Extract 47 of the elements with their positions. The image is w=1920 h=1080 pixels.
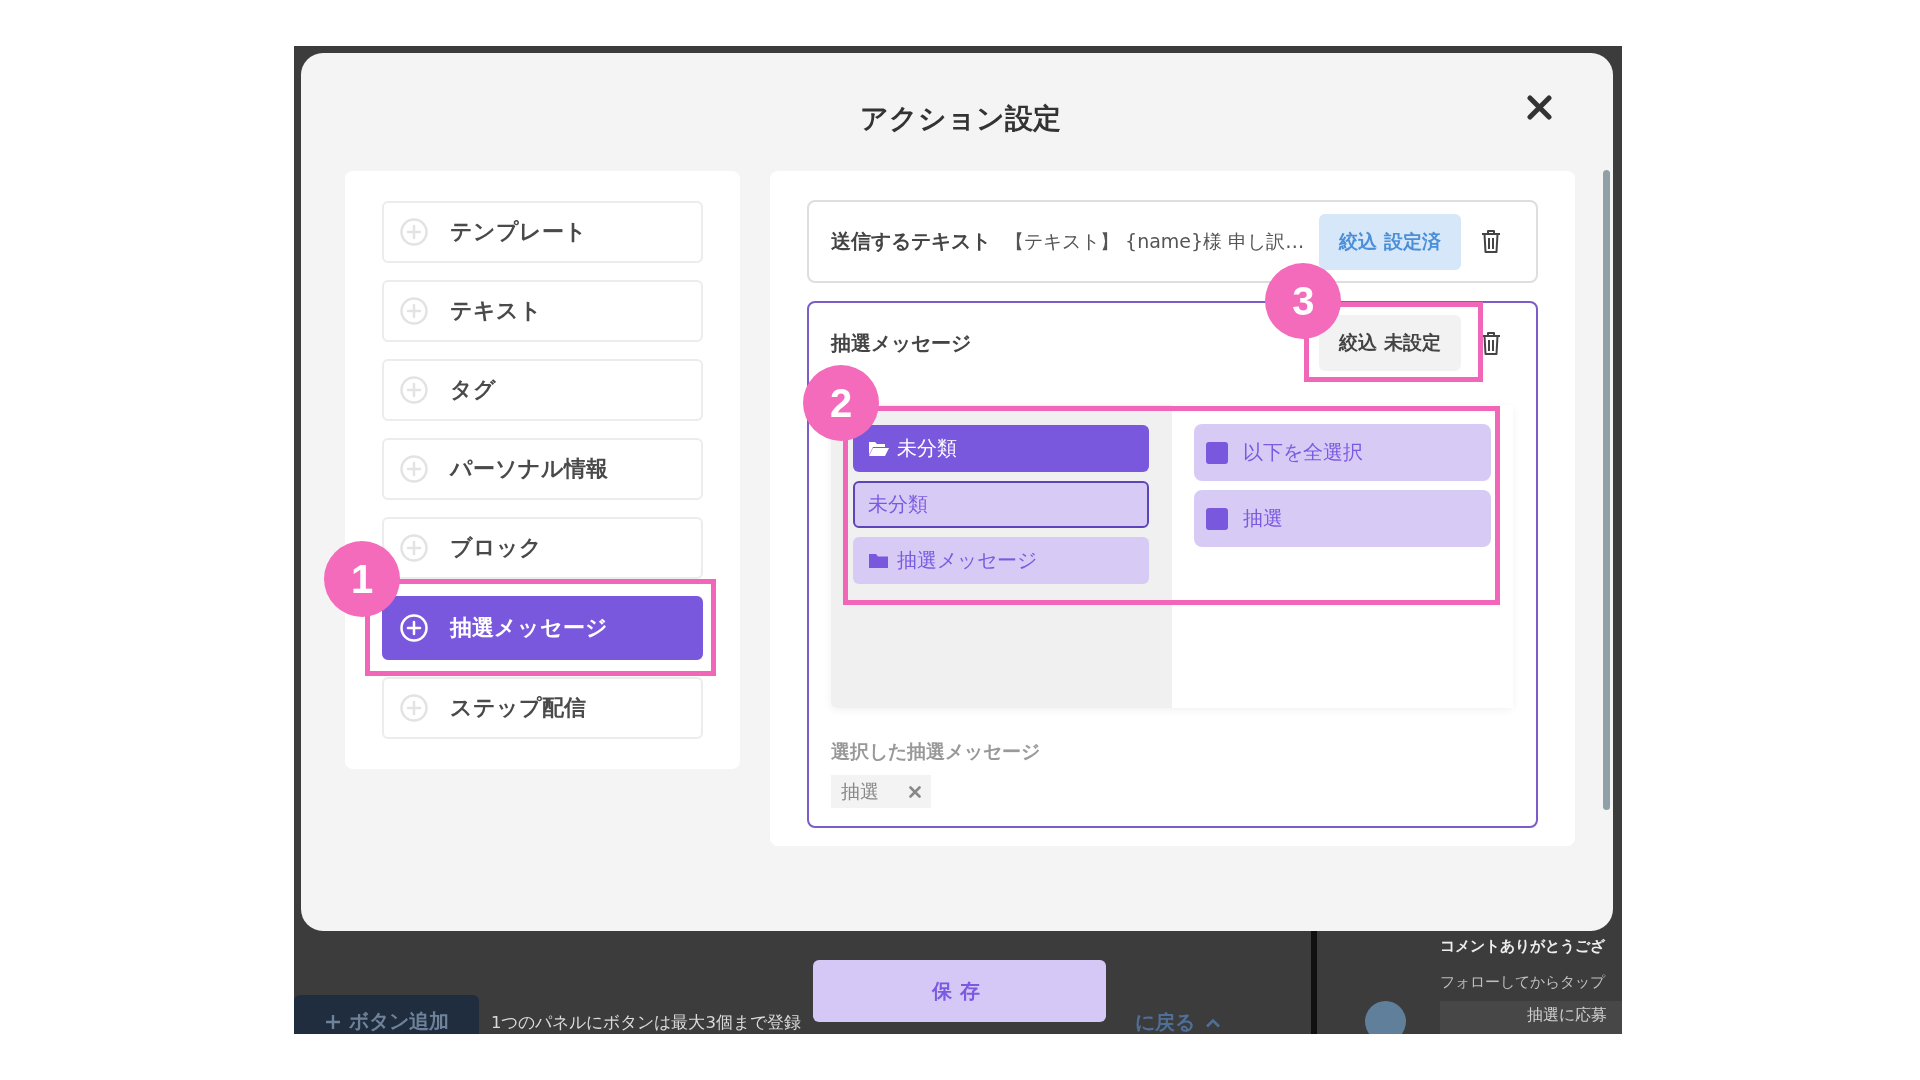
- checkbox[interactable]: [1206, 441, 1228, 464]
- plus-circle-icon: [400, 614, 428, 642]
- filter-button[interactable]: 絞込 設定済: [1319, 213, 1461, 270]
- message-option[interactable]: 以下を全選択: [1194, 424, 1491, 481]
- message-option[interactable]: 抽選: [1194, 490, 1491, 547]
- folder-item[interactable]: 抽選メッセージ: [853, 537, 1149, 584]
- save-button[interactable]: 保存: [813, 960, 1106, 1022]
- add-button[interactable]: ボタン追加: [294, 995, 479, 1034]
- action-type-item[interactable]: テンプレート: [382, 201, 703, 263]
- message-summary: 【テキスト】 {name}様 申し訳…: [1005, 228, 1306, 254]
- dialog-title: アクション設定: [859, 101, 1061, 137]
- folder-item[interactable]: 未分類: [853, 425, 1149, 472]
- selected-heading: 選択した抽選メッセージ: [831, 739, 1041, 764]
- plus-circle-icon: [400, 455, 428, 483]
- avatar: [1365, 1001, 1406, 1034]
- category-item[interactable]: 未分類: [853, 481, 1149, 528]
- filter-button[interactable]: 絞込 未設定: [1319, 315, 1461, 371]
- action-type-item[interactable]: テキスト: [382, 280, 703, 342]
- remove-icon[interactable]: [909, 785, 921, 798]
- action-type-item[interactable]: 抽選メッセージ: [382, 596, 703, 660]
- apply-button[interactable]: 抽選に応募: [1440, 1001, 1622, 1034]
- action-title: 抽選メッセージ: [831, 329, 972, 357]
- scrollbar[interactable]: [1603, 170, 1610, 810]
- plus-icon: [324, 1013, 341, 1030]
- open-folder-icon: [868, 440, 889, 457]
- trash-icon[interactable]: [1481, 229, 1501, 254]
- close-icon[interactable]: [1527, 94, 1552, 120]
- plus-circle-icon: [400, 297, 428, 325]
- checkbox[interactable]: [1206, 507, 1228, 530]
- action-title: 送信するテキスト: [831, 228, 991, 255]
- plus-circle-icon: [400, 694, 428, 722]
- folder-icon: [868, 552, 889, 569]
- notice-text: 1つのパネルにボタンは最大3個まで登録: [491, 1012, 801, 1034]
- chevron-up-icon: [1205, 1017, 1221, 1028]
- action-type-item[interactable]: ブロック: [382, 517, 703, 579]
- plus-circle-icon: [400, 534, 428, 562]
- action-type-item[interactable]: パーソナル情報: [382, 438, 703, 500]
- step-marker: 2: [803, 365, 879, 441]
- tag-label: 抽選: [841, 778, 879, 804]
- preview-text: フォローしてからタップ: [1440, 972, 1607, 993]
- action-type-item[interactable]: ステップ配信: [382, 677, 703, 739]
- plus-circle-icon: [400, 376, 428, 404]
- trash-icon[interactable]: [1481, 330, 1501, 356]
- preview-text: コメントありがとうござ: [1440, 936, 1606, 957]
- action-type-item[interactable]: タグ: [382, 359, 703, 421]
- plus-circle-icon: [400, 218, 428, 246]
- step-marker: 1: [324, 541, 400, 617]
